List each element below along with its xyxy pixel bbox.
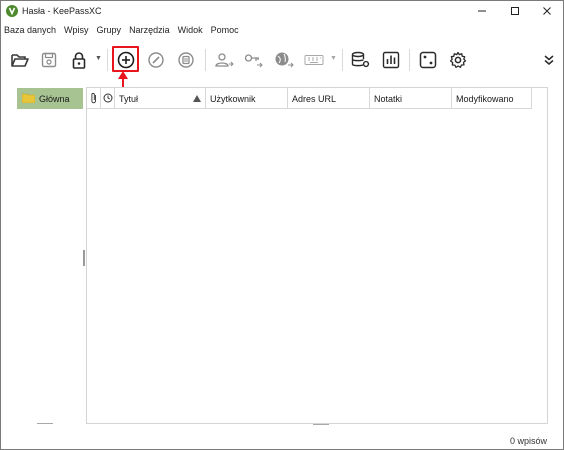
keepassxc-logo-icon [6,5,18,17]
trash-circle-icon [178,52,194,68]
menu-bar: Baza danych Wpisy Grupy Narzędzia Widok … [1,22,563,38]
panel-splitter-handle[interactable] [83,250,85,266]
globe-arrow-icon [275,52,294,68]
clock-icon [103,93,113,103]
table-resize-handle[interactable] [313,424,329,425]
col-modified[interactable]: Modyfikowano [452,88,532,109]
folder-icon [22,93,35,103]
menu-entries[interactable]: Wpisy [64,22,89,38]
minimize-icon [478,10,486,12]
toolbar-separator [409,49,410,71]
gear-icon [449,51,467,68]
menu-view[interactable]: Widok [178,22,203,38]
open-database-button[interactable] [9,49,31,71]
pencil-circle-icon [148,52,164,68]
groups-sidebar: Główna [14,87,84,422]
database-reports-button[interactable] [380,49,402,71]
minimize-button[interactable] [465,1,499,21]
table-header: Tytuł Użytkownik Adres URL Notatki Modyf… [87,88,532,109]
keyboard-icon [304,55,324,65]
col-username[interactable]: Użytkownik [206,88,288,109]
toolbar: ▼ ▼ [1,41,563,79]
col-title[interactable]: Tytuł [115,88,206,109]
paperclip-icon [91,92,96,104]
chevron-double-down-icon [544,55,554,65]
lock-database-button[interactable] [68,49,90,71]
close-button[interactable] [530,1,564,21]
toolbar-separator [342,49,343,71]
lock-icon [72,51,86,69]
lock-dropdown-icon[interactable]: ▼ [95,55,102,62]
delete-entry-button[interactable] [175,49,197,71]
menu-help[interactable]: Pomoc [211,22,239,38]
group-root[interactable]: Główna [17,88,83,109]
col-url-label: Adres URL [292,94,337,104]
maximize-button[interactable] [498,1,532,21]
save-database-button[interactable] [38,49,60,71]
sort-ascending-icon [193,95,201,102]
edit-entry-button[interactable] [145,49,167,71]
col-username-label: Użytkownik [210,94,256,104]
entries-table: Tytuł Użytkownik Adres URL Notatki Modyf… [86,87,548,424]
folder-open-icon [11,54,29,67]
title-bar: Hasła - KeePassXC [1,1,563,21]
toolbar-separator [107,49,108,71]
col-title-label: Tytuł [119,94,139,104]
window-title: Hasła - KeePassXC [22,6,102,16]
menu-tools[interactable]: Narzędzia [129,22,170,38]
maximize-icon [511,7,519,15]
database-settings-button[interactable] [350,49,372,71]
col-notes[interactable]: Notatki [370,88,452,109]
col-attachment[interactable] [87,88,101,109]
key-arrow-icon [244,54,263,68]
copy-password-button[interactable] [243,49,265,71]
sidebar-resize-handle[interactable] [37,423,53,424]
autotype-button[interactable] [303,49,325,71]
copy-url-button[interactable] [273,49,295,71]
col-expiry[interactable] [101,88,115,109]
settings-button[interactable] [447,49,469,71]
autotype-dropdown-icon[interactable]: ▼ [330,55,337,62]
chart-icon [382,51,400,69]
col-notes-label: Notatki [374,94,403,104]
col-modified-label: Modyfikowano [456,94,514,104]
menu-database[interactable]: Baza danych [4,22,56,38]
dice-icon [419,51,437,69]
password-generator-button[interactable] [417,49,439,71]
toolbar-separator [205,49,206,71]
database-gear-icon [351,51,370,68]
close-icon [543,7,551,15]
add-entry-highlight [112,46,139,72]
entry-count: 0 wpisów [509,436,547,446]
status-bar: 0 wpisów [1,433,563,449]
menu-groups[interactable]: Grupy [97,22,122,38]
copy-username-button[interactable] [213,49,235,71]
toolbar-overflow-button[interactable] [538,49,560,71]
group-root-label: Główna [39,94,70,104]
user-arrow-icon [215,53,234,67]
main-window: Hasła - KeePassXC Baza danych Wpisy Grup… [0,0,564,450]
col-url[interactable]: Adres URL [288,88,370,109]
floppy-icon [41,52,57,68]
